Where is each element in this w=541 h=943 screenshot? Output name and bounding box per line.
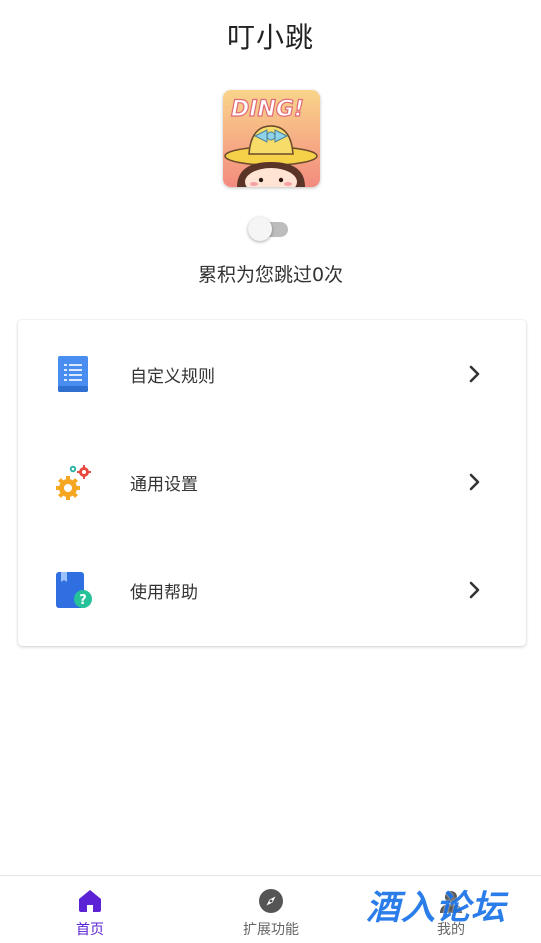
compass-icon <box>258 888 284 914</box>
nav-tab-label: 扩展功能 <box>243 922 299 938</box>
app-logo: DING! <box>223 90 320 187</box>
nav-tab-home[interactable]: 首页 <box>0 876 180 943</box>
nav-tab-extensions[interactable]: 扩展功能 <box>181 876 361 943</box>
help-book-icon: ? <box>52 569 94 611</box>
skip-count-text: 累积为您跳过0次 <box>197 264 344 286</box>
menu-item-label: 使用帮助 <box>130 582 198 603</box>
menu-item-label: 自定义规则 <box>130 366 215 387</box>
menu-item-help[interactable]: ? 使用帮助 <box>18 536 526 644</box>
chevron-right-icon <box>464 580 484 600</box>
app-root: 叮小跳 DING! 累积为您跳过0次 自定义规则 通用设置 ? 使用帮助 首页 … <box>0 0 541 943</box>
skip-toggle[interactable] <box>248 216 290 242</box>
forum-watermark: 酒入论坛 <box>366 888 506 928</box>
nav-tab-label: 首页 <box>76 922 104 938</box>
svg-text:DING!: DING! <box>231 97 304 122</box>
chevron-right-icon <box>464 364 484 384</box>
menu-item-general-settings[interactable]: 通用设置 <box>18 428 526 536</box>
page-title: 叮小跳 <box>226 21 314 54</box>
menu-card: 自定义规则 通用设置 ? 使用帮助 <box>18 320 526 646</box>
document-list-icon <box>52 353 94 395</box>
home-icon <box>77 888 103 914</box>
menu-item-custom-rules[interactable]: 自定义规则 <box>18 320 526 428</box>
gears-icon <box>52 461 94 503</box>
toggle-thumb <box>248 217 272 241</box>
menu-item-label: 通用设置 <box>130 474 198 495</box>
chevron-right-icon <box>464 472 484 492</box>
svg-text:?: ? <box>79 593 87 608</box>
